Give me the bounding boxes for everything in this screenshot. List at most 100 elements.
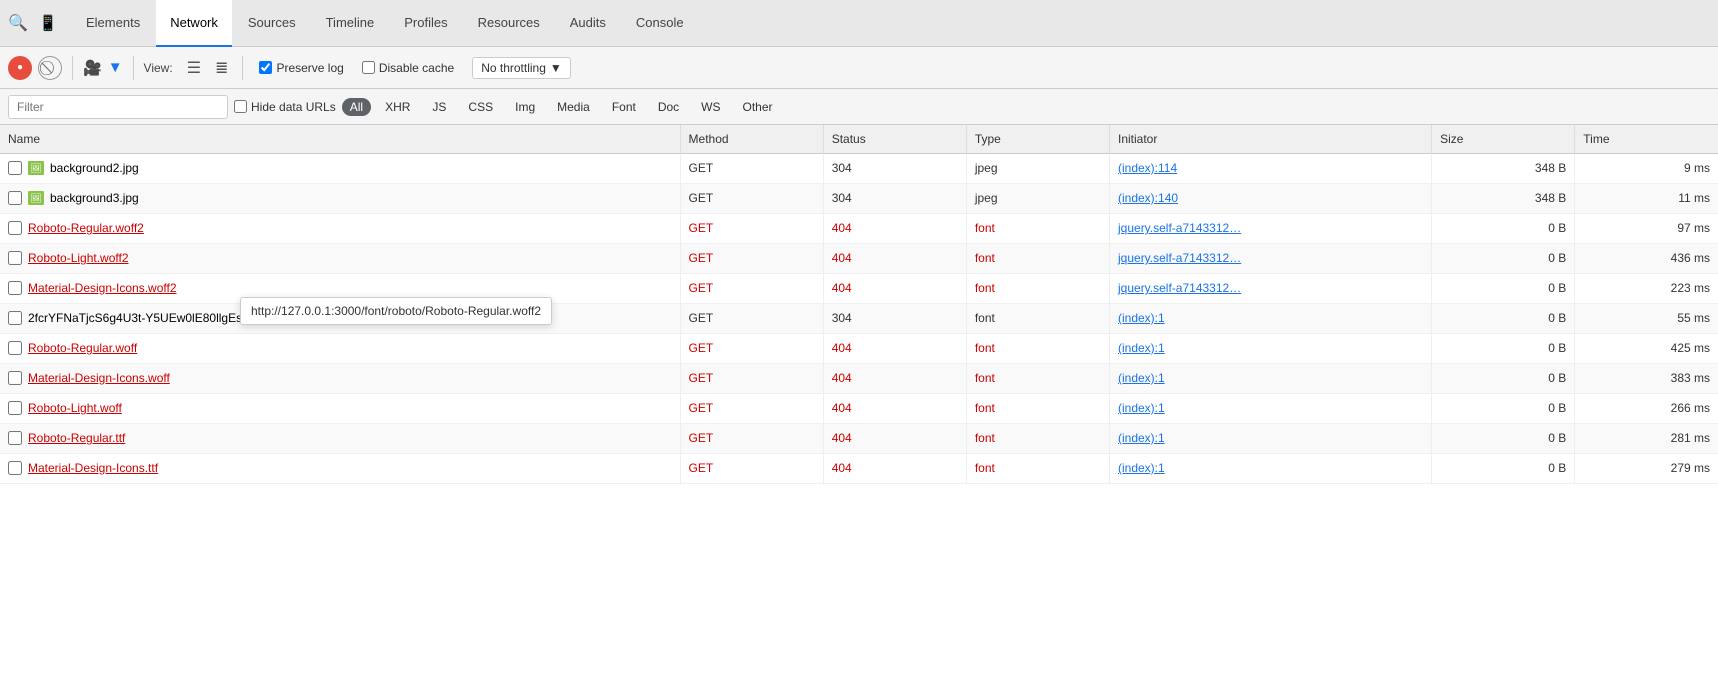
- file-name[interactable]: Roboto-Regular.ttf: [28, 431, 125, 445]
- row-checkbox[interactable]: [8, 401, 22, 415]
- url-tooltip: http://127.0.0.1:3000/font/roboto/Roboto…: [240, 297, 552, 325]
- cell-initiator[interactable]: (index):1: [1110, 303, 1432, 333]
- cell-type: jpeg: [966, 183, 1109, 213]
- row-checkbox[interactable]: [8, 461, 22, 475]
- initiator-link[interactable]: (index):1: [1118, 341, 1165, 355]
- initiator-link[interactable]: (index):1: [1118, 371, 1165, 385]
- file-name[interactable]: Roboto-Regular.woff2: [28, 221, 144, 235]
- col-header-type[interactable]: Type: [966, 125, 1109, 153]
- col-header-time[interactable]: Time: [1575, 125, 1718, 153]
- filter-btn-font[interactable]: Font: [604, 98, 644, 116]
- cell-initiator[interactable]: jquery.self-a7143312…: [1110, 213, 1432, 243]
- row-checkbox[interactable]: [8, 431, 22, 445]
- preserve-log-label[interactable]: Preserve log: [259, 61, 343, 75]
- tab-audits[interactable]: Audits: [556, 0, 620, 47]
- cell-initiator[interactable]: (index):1: [1110, 393, 1432, 423]
- row-checkbox[interactable]: [8, 221, 22, 235]
- table-row[interactable]: Roboto-Regular.woffGET404font(index):10 …: [0, 333, 1718, 363]
- initiator-link[interactable]: (index):114: [1118, 161, 1177, 175]
- initiator-link[interactable]: (index):140: [1118, 191, 1178, 205]
- col-header-initiator[interactable]: Initiator: [1110, 125, 1432, 153]
- table-row[interactable]: 🖼background2.jpgGET304jpeg(index):114348…: [0, 153, 1718, 183]
- file-name[interactable]: Roboto-Light.woff2: [28, 251, 129, 265]
- view-list-button[interactable]: ☰: [183, 56, 205, 80]
- camera-icon[interactable]: 🎥: [83, 59, 102, 77]
- row-checkbox[interactable]: [8, 281, 22, 295]
- cell-name: Roboto-Light.woff: [0, 393, 680, 423]
- mobile-icon[interactable]: 📱: [38, 13, 58, 33]
- table-row[interactable]: Material-Design-Icons.woffGET404font(ind…: [0, 363, 1718, 393]
- filter-btn-other[interactable]: Other: [735, 98, 781, 116]
- filter-input[interactable]: [8, 95, 228, 119]
- initiator-link[interactable]: (index):1: [1118, 401, 1165, 415]
- initiator-link[interactable]: jquery.self-a7143312…: [1118, 221, 1241, 235]
- filter-btn-xhr[interactable]: XHR: [377, 98, 418, 116]
- tab-elements[interactable]: Elements: [72, 0, 154, 47]
- cell-initiator[interactable]: (index):140: [1110, 183, 1432, 213]
- disable-cache-label[interactable]: Disable cache: [362, 61, 454, 75]
- view-grouped-button[interactable]: ≣: [211, 56, 232, 80]
- table-row[interactable]: Roboto-Regular.ttfGET404font(index):10 B…: [0, 423, 1718, 453]
- table-row[interactable]: Roboto-Regular.woff2GET404fontjquery.sel…: [0, 213, 1718, 243]
- initiator-link[interactable]: jquery.self-a7143312…: [1118, 281, 1241, 295]
- table-row[interactable]: 🖼background3.jpgGET304jpeg(index):140348…: [0, 183, 1718, 213]
- search-icon[interactable]: 🔍: [8, 13, 28, 33]
- initiator-link[interactable]: (index):1: [1118, 311, 1165, 325]
- col-header-method[interactable]: Method: [680, 125, 823, 153]
- initiator-link[interactable]: (index):1: [1118, 431, 1165, 445]
- hide-data-urls-checkbox[interactable]: [234, 100, 247, 113]
- cell-initiator[interactable]: jquery.self-a7143312…: [1110, 243, 1432, 273]
- tab-network[interactable]: Network: [156, 0, 232, 47]
- row-checkbox[interactable]: [8, 251, 22, 265]
- cell-initiator[interactable]: (index):1: [1110, 333, 1432, 363]
- tab-sources[interactable]: Sources: [234, 0, 310, 47]
- tab-timeline[interactable]: Timeline: [312, 0, 389, 47]
- filter-btn-js[interactable]: JS: [424, 98, 454, 116]
- tab-profiles[interactable]: Profiles: [390, 0, 461, 47]
- filter-icon[interactable]: ▼: [108, 59, 123, 76]
- tab-console[interactable]: Console: [622, 0, 698, 47]
- filter-btn-doc[interactable]: Doc: [650, 98, 687, 116]
- hide-data-urls-text: Hide data URLs: [251, 100, 336, 114]
- filter-btn-css[interactable]: CSS: [460, 98, 501, 116]
- row-checkbox[interactable]: [8, 371, 22, 385]
- hide-data-urls-label[interactable]: Hide data URLs: [234, 100, 336, 114]
- file-name[interactable]: Roboto-Light.woff: [28, 401, 122, 415]
- cell-initiator[interactable]: (index):1: [1110, 453, 1432, 483]
- table-row[interactable]: Roboto-Light.woff2GET404fontjquery.self-…: [0, 243, 1718, 273]
- col-header-size[interactable]: Size: [1432, 125, 1575, 153]
- cell-initiator[interactable]: (index):1: [1110, 363, 1432, 393]
- col-header-name[interactable]: Name: [0, 125, 680, 153]
- filter-btn-media[interactable]: Media: [549, 98, 598, 116]
- disable-cache-checkbox[interactable]: [362, 61, 375, 74]
- cell-initiator[interactable]: (index):1: [1110, 423, 1432, 453]
- row-checkbox[interactable]: [8, 161, 22, 175]
- filter-btn-ws[interactable]: WS: [693, 98, 728, 116]
- cell-size: 0 B: [1432, 213, 1575, 243]
- row-checkbox[interactable]: [8, 311, 22, 325]
- cell-initiator[interactable]: (index):114: [1110, 153, 1432, 183]
- table-row[interactable]: Roboto-Light.woffGET404font(index):10 B2…: [0, 393, 1718, 423]
- filter-btn-all[interactable]: All: [342, 98, 371, 116]
- table-row[interactable]: Material-Design-Icons.ttfGET404font(inde…: [0, 453, 1718, 483]
- file-name[interactable]: background2.jpg: [50, 161, 139, 175]
- tab-resources[interactable]: Resources: [464, 0, 554, 47]
- cell-time: 281 ms: [1575, 423, 1718, 453]
- file-name[interactable]: Material-Design-Icons.woff: [28, 371, 170, 385]
- initiator-link[interactable]: jquery.self-a7143312…: [1118, 251, 1241, 265]
- cell-time: 97 ms: [1575, 213, 1718, 243]
- file-name[interactable]: Roboto-Regular.woff: [28, 341, 137, 355]
- throttle-select[interactable]: No throttling ▼: [472, 57, 571, 79]
- col-header-status[interactable]: Status: [823, 125, 966, 153]
- row-checkbox[interactable]: [8, 191, 22, 205]
- record-button[interactable]: ●: [8, 56, 32, 80]
- file-name[interactable]: Material-Design-Icons.woff2: [28, 281, 177, 295]
- preserve-log-checkbox[interactable]: [259, 61, 272, 74]
- file-name[interactable]: Material-Design-Icons.ttf: [28, 461, 158, 475]
- file-name[interactable]: background3.jpg: [50, 191, 139, 205]
- filter-btn-img[interactable]: Img: [507, 98, 543, 116]
- clear-button[interactable]: ⃠: [38, 56, 62, 80]
- cell-initiator[interactable]: jquery.self-a7143312…: [1110, 273, 1432, 303]
- initiator-link[interactable]: (index):1: [1118, 461, 1165, 475]
- row-checkbox[interactable]: [8, 341, 22, 355]
